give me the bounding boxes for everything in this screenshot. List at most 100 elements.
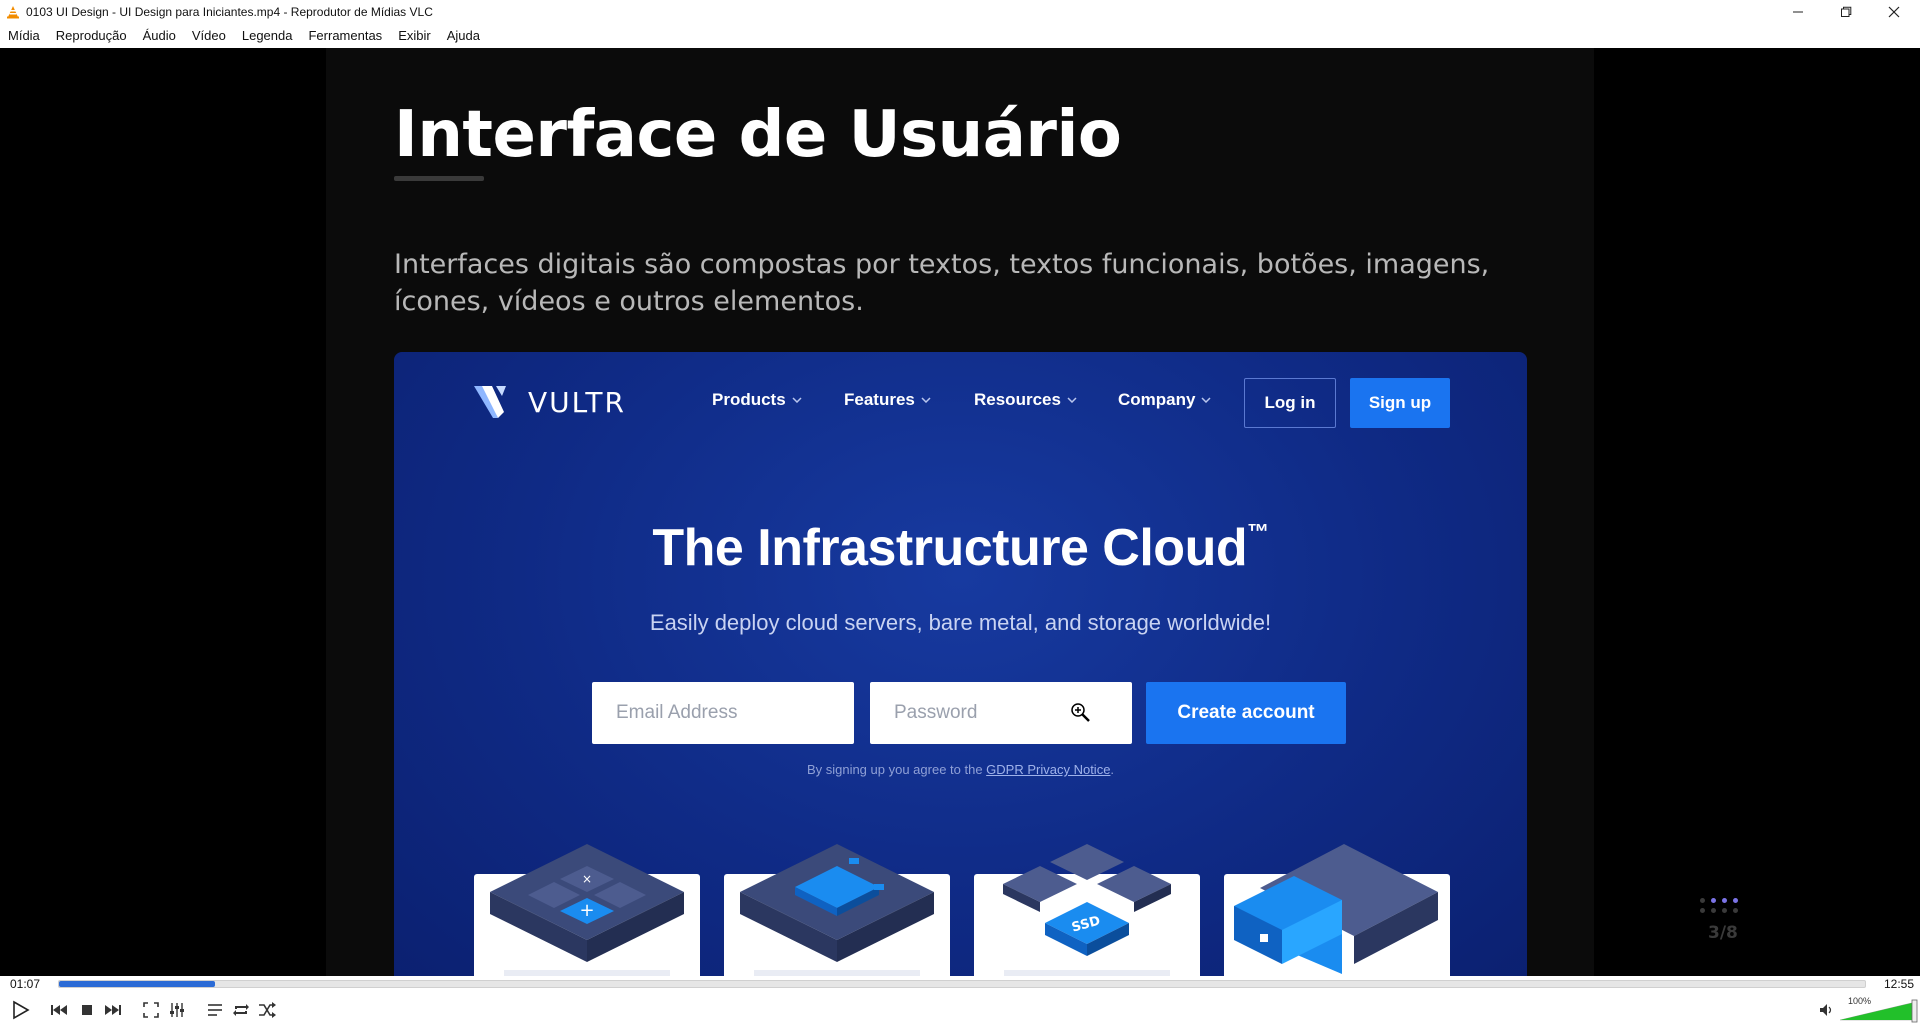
server-illustration-icon: [1234, 844, 1438, 974]
email-field[interactable]: [592, 682, 854, 744]
loop-icon: [233, 1004, 249, 1016]
terms-text: By signing up you agree to the GDPR Priv…: [394, 762, 1527, 777]
slide-title: Interface de Usuário: [394, 98, 1122, 172]
menu-reproducao[interactable]: Reprodução: [48, 24, 135, 48]
presentation-slide: Interface de Usuário Interfaces digitais…: [326, 48, 1594, 976]
minimize-icon: [1793, 11, 1803, 13]
fullscreen-button[interactable]: [140, 999, 162, 1021]
email-input[interactable]: [616, 702, 854, 724]
previous-button[interactable]: [48, 999, 70, 1021]
login-button[interactable]: Log in: [1244, 378, 1336, 428]
pager-dot-active: [1722, 898, 1727, 903]
nav-products[interactable]: Products: [712, 390, 802, 410]
slide-counter: 3/8: [1708, 923, 1738, 943]
nav-company-label: Company: [1118, 390, 1196, 409]
equalizer-icon: [170, 1003, 184, 1017]
chevron-down-icon: [1201, 397, 1211, 403]
vultr-logo: VULTR: [474, 382, 626, 422]
mute-button[interactable]: [1816, 999, 1838, 1021]
pager-dot: [1700, 908, 1705, 913]
svg-text:×: ×: [582, 872, 592, 886]
shuffle-button[interactable]: [256, 999, 278, 1021]
vlc-window: 0103 UI Design - UI Design para Iniciant…: [0, 0, 1920, 1028]
zoom-cursor-icon: [1071, 703, 1090, 722]
pager-dot-active: [1733, 898, 1738, 903]
chevron-down-icon: [921, 397, 931, 403]
next-button[interactable]: [102, 999, 124, 1021]
menu-audio[interactable]: Áudio: [135, 24, 184, 48]
pager-dot: [1700, 898, 1705, 903]
speaker-icon: [1820, 1004, 1832, 1016]
menu-exibir[interactable]: Exibir: [390, 24, 439, 48]
nav-company[interactable]: Company: [1118, 390, 1211, 410]
next-icon: [105, 1005, 121, 1015]
elapsed-time: 01:07: [10, 977, 41, 991]
signup-button[interactable]: Sign up: [1350, 378, 1450, 428]
loop-button[interactable]: [230, 999, 252, 1021]
total-time[interactable]: 12:55: [1884, 977, 1914, 991]
nav-resources-label: Resources: [974, 390, 1061, 409]
menu-bar: Mídia Reprodução Áudio Vídeo Legenda Fer…: [0, 24, 1920, 48]
play-button[interactable]: [8, 999, 32, 1021]
hero-heading-text: The Infrastructure Cloud: [652, 519, 1248, 577]
seek-row: 01:07 12:55: [0, 976, 1920, 992]
terms-prefix: By signing up you agree to the: [806, 762, 987, 777]
vultr-screenshot: VULTR Products Features Resources Compan…: [394, 352, 1527, 976]
window-title: 0103 UI Design - UI Design para Iniciant…: [26, 5, 433, 19]
playlist-button[interactable]: [204, 999, 226, 1021]
slide-paragraph: Interfaces digitais são compostas por te…: [394, 249, 1490, 317]
nav-resources[interactable]: Resources: [974, 390, 1077, 410]
seek-slider[interactable]: [58, 980, 1866, 988]
vultr-navbar: VULTR Products Features Resources Compan…: [394, 378, 1527, 428]
pager-dot: [1711, 908, 1716, 913]
menu-ferramentas[interactable]: Ferramentas: [300, 24, 390, 48]
title-underline: [394, 176, 484, 181]
volume-slider[interactable]: [1840, 996, 1918, 1024]
pager-dot: [1733, 908, 1738, 913]
pager-dot: [1722, 908, 1727, 913]
seek-progress: [59, 981, 216, 987]
hero-heading: The Infrastructure Cloud™: [394, 518, 1527, 578]
nav-features-label: Features: [844, 390, 915, 409]
previous-icon: [51, 1005, 67, 1015]
menu-ajuda[interactable]: Ajuda: [439, 24, 488, 48]
product-card-bare-metal: [724, 844, 950, 976]
menu-legenda[interactable]: Legenda: [234, 24, 301, 48]
menu-midia[interactable]: Mídia: [0, 24, 48, 48]
stop-icon: [82, 1005, 92, 1015]
title-bar: 0103 UI Design - UI Design para Iniciant…: [0, 0, 1920, 24]
chevron-down-icon: [1067, 397, 1077, 403]
vultr-logo-icon: [474, 386, 506, 418]
product-card-storage: SSD: [974, 844, 1200, 976]
close-button[interactable]: [1870, 0, 1918, 24]
gdpr-link[interactable]: GDPR Privacy Notice: [986, 762, 1110, 777]
close-icon: [1888, 6, 1900, 18]
product-card-compute: + ×: [474, 844, 700, 976]
password-field[interactable]: [870, 682, 1132, 744]
calculator-illustration-icon: + ×: [490, 844, 684, 976]
fullscreen-icon: [143, 1002, 159, 1018]
slide-pager: 3/8: [1700, 898, 1750, 943]
shuffle-icon: [259, 1002, 276, 1018]
hero-subtitle: Easily deploy cloud servers, bare metal,…: [649, 610, 1272, 635]
trademark-mark: ™: [1247, 519, 1269, 544]
create-account-button[interactable]: Create account: [1146, 682, 1346, 744]
pager-dots: [1700, 898, 1750, 913]
vlc-cone-icon: [7, 6, 19, 19]
stop-button[interactable]: [76, 999, 98, 1021]
chevron-down-icon: [792, 397, 802, 403]
extended-settings-button[interactable]: [166, 999, 188, 1021]
menu-video[interactable]: Vídeo: [184, 24, 234, 48]
restore-button[interactable]: [1822, 0, 1870, 24]
password-input[interactable]: [894, 702, 1132, 724]
vultr-logo-text: VULTR: [528, 385, 626, 419]
terms-suffix: .: [1110, 762, 1115, 777]
volume-handle[interactable]: [1911, 999, 1918, 1023]
controls-bar: 100%: [0, 992, 1920, 1028]
nav-features[interactable]: Features: [844, 390, 931, 410]
minimize-button[interactable]: [1774, 0, 1822, 24]
playlist-icon: [208, 1004, 222, 1016]
video-area[interactable]: Interface de Usuário Interfaces digitais…: [0, 48, 1920, 976]
play-icon: [13, 1000, 30, 1020]
product-card-block-storage: [1224, 844, 1450, 976]
